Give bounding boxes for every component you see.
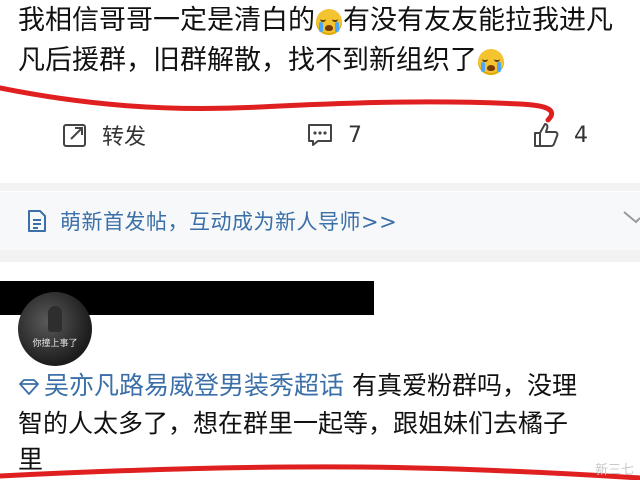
- repost-button[interactable]: 转发: [62, 112, 146, 158]
- document-icon: [28, 210, 46, 232]
- post-text-line-1: 我相信哥哥一定是清白的 有没有友友能拉我进凡: [18, 1, 638, 41]
- repost-icon: [63, 124, 86, 147]
- avatar[interactable]: 你撞上事了: [18, 292, 92, 366]
- red-underline-annotation: [0, 464, 640, 480]
- section-divider: [0, 183, 640, 191]
- comment-button[interactable]: 7: [306, 112, 362, 158]
- section-divider: [0, 250, 640, 262]
- like-button[interactable]: 4: [532, 112, 588, 158]
- post-action-bar: 转发 7 4: [0, 112, 640, 158]
- chevron-down-icon[interactable]: [620, 206, 640, 236]
- supertopic-link[interactable]: 吴亦凡路易威登男装秀超话: [44, 371, 344, 400]
- comment-count: 7: [348, 122, 362, 148]
- newbie-post-banner[interactable]: 萌新首发帖，互动成为新人导师>>: [0, 192, 640, 250]
- like-count: 4: [574, 122, 588, 148]
- avatar-figure: [48, 306, 62, 332]
- watermark: 新三七: [594, 463, 634, 478]
- post2-text-line-2: 智的人太多了，想在群里一起等，跟姐妹们去橘子: [18, 409, 569, 438]
- post-text-segment: 有没有友友能拉我进凡: [343, 5, 613, 36]
- avatar-caption: 你撞上事了: [32, 339, 78, 349]
- post-text-segment: 我相信哥哥一定是清白的: [18, 5, 315, 36]
- crying-face-icon: [316, 8, 342, 35]
- thumbs-up-icon: [534, 123, 559, 147]
- post2-text-line-1: 吴亦凡路易威登男装秀超话 有真爱粉群吗，没理: [18, 367, 638, 405]
- repost-label: 转发: [102, 125, 147, 150]
- post2-text-segment: 有真爱粉群吗，没理: [344, 371, 577, 400]
- banner-text: 萌新首发帖，互动成为新人导师>>: [60, 210, 398, 234]
- supertopic-diamond-icon: [19, 379, 39, 395]
- comment-icon: [308, 124, 332, 146]
